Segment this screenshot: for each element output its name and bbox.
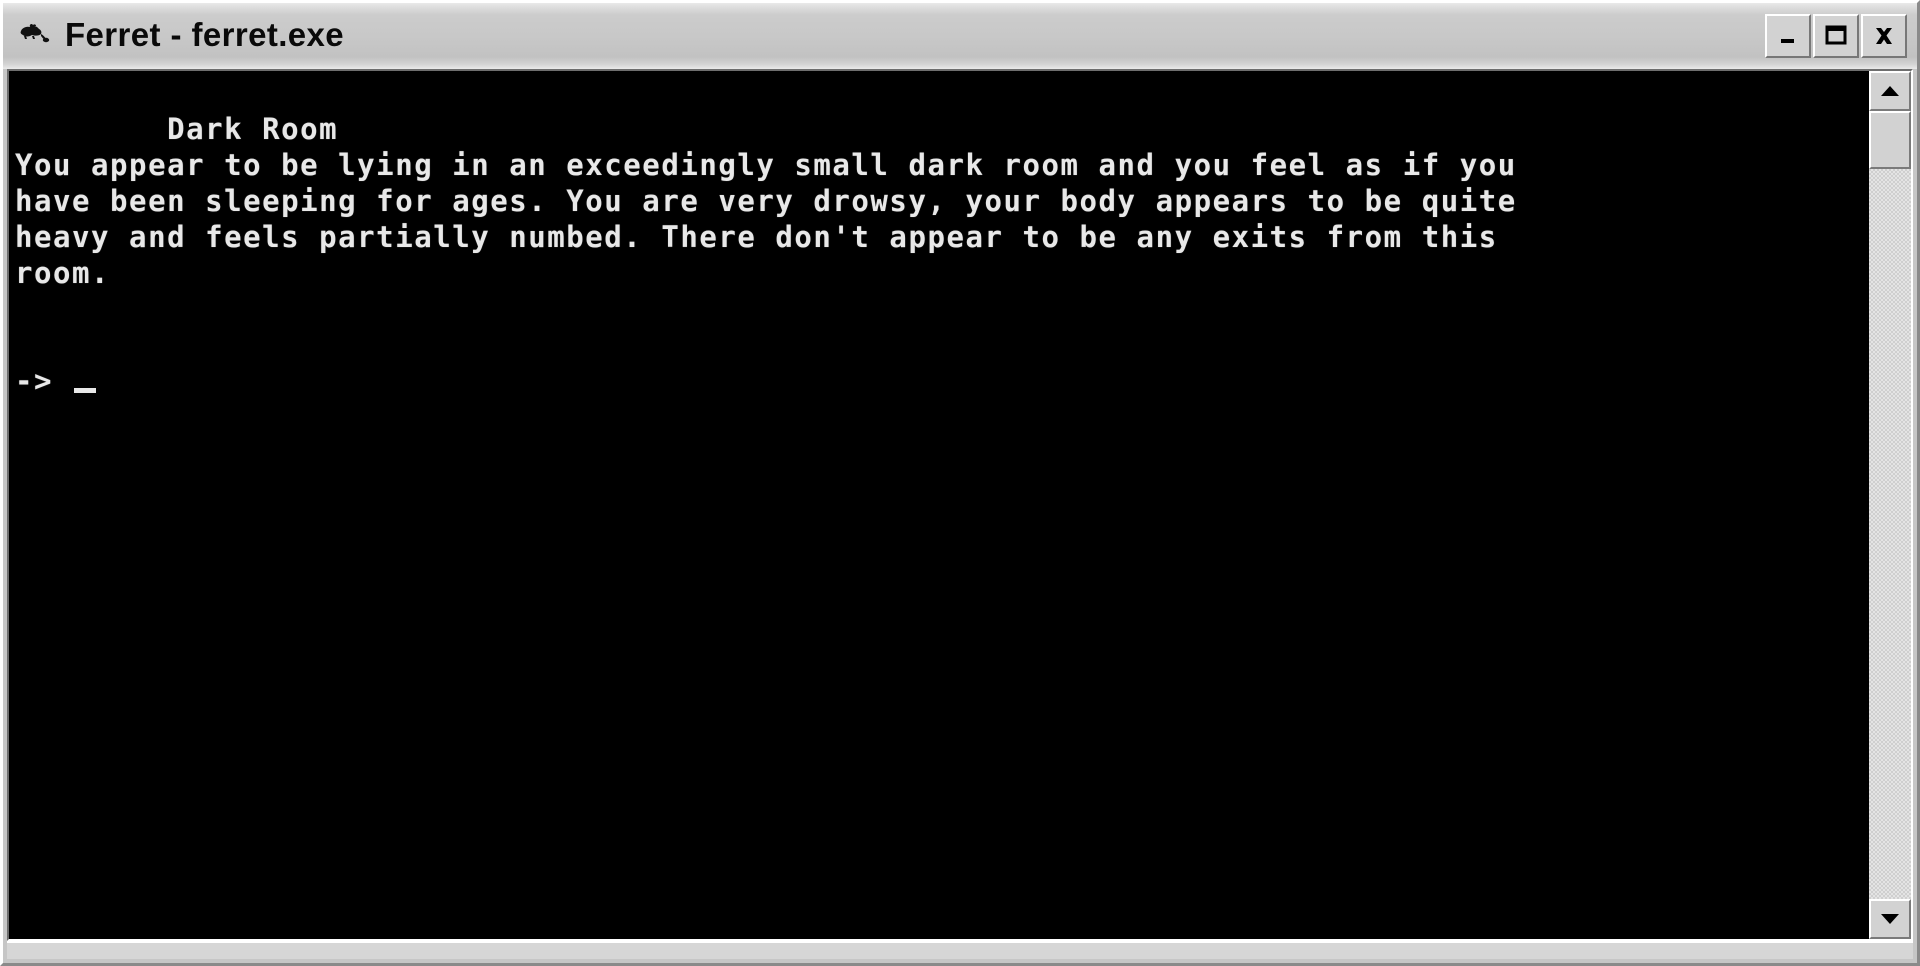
prompt-symbol: ->	[15, 364, 73, 398]
minimize-icon	[1781, 39, 1794, 43]
minimize-button[interactable]	[1765, 14, 1811, 58]
maximize-icon	[1825, 25, 1847, 45]
chevron-down-icon	[1881, 914, 1899, 924]
window-bottom-edge	[7, 941, 1913, 959]
maximize-button[interactable]	[1813, 14, 1859, 58]
close-button[interactable]	[1861, 14, 1907, 58]
scrollbar-track[interactable]	[1869, 111, 1911, 899]
title-bar[interactable]: Ferret - ferret.exe	[3, 3, 1917, 69]
scrollbar-thumb[interactable]	[1869, 111, 1911, 169]
scroll-up-button[interactable]	[1869, 71, 1911, 111]
window-title: Ferret - ferret.exe	[65, 16, 345, 53]
application-window: Ferret - ferret.exe Dark Room You appear…	[0, 0, 1920, 966]
window-controls	[1765, 14, 1907, 58]
chevron-up-icon	[1881, 86, 1899, 96]
close-icon	[1876, 28, 1892, 44]
command-prompt-line[interactable]: ->	[15, 363, 1869, 399]
vertical-scrollbar[interactable]	[1869, 69, 1913, 941]
terminal-text-block: Dark Room You appear to be lying in an e…	[15, 75, 1869, 471]
ferret-icon	[17, 21, 51, 51]
scroll-down-button[interactable]	[1869, 899, 1911, 939]
client-area: Dark Room You appear to be lying in an e…	[7, 69, 1913, 941]
terminal-body-text: Dark Room You appear to be lying in an e…	[15, 112, 1517, 290]
terminal-output-area[interactable]: Dark Room You appear to be lying in an e…	[7, 69, 1869, 941]
text-cursor	[74, 388, 97, 393]
